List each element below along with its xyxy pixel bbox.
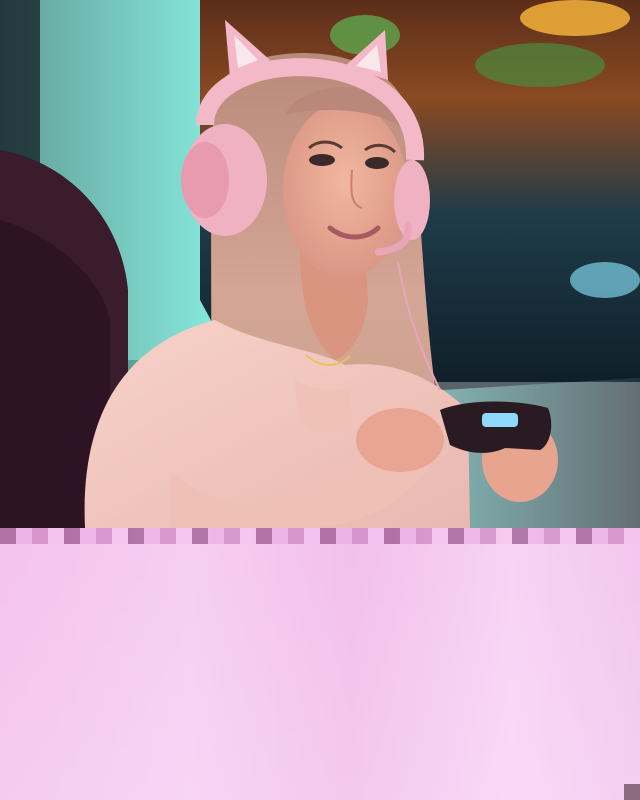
corrupted-image-band — [0, 528, 640, 800]
gaming-photo — [0, 0, 640, 528]
game-controller-icon — [440, 401, 552, 453]
photo-frame — [0, 0, 640, 800]
